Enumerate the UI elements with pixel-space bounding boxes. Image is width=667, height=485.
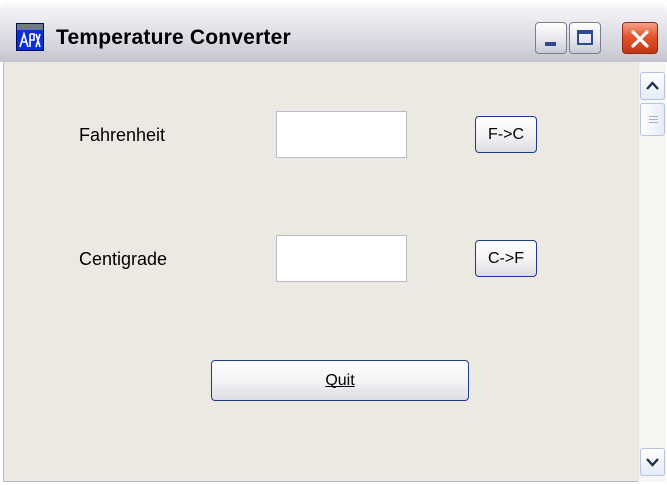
quit-label: Quit [325,371,355,389]
close-icon [631,30,649,48]
app-icon[interactable] [16,23,44,51]
minimize-button[interactable] [535,22,567,54]
c-to-f-button[interactable]: C->F [475,240,537,277]
centigrade-input[interactable] [276,235,407,282]
minimize-icon [545,42,556,46]
f-to-c-button[interactable]: F->C [475,116,537,153]
fahrenheit-label: Fahrenheit [79,125,166,145]
scroll-down-icon [646,458,659,467]
window-title: Temperature Converter [56,26,291,49]
vertical-scrollbar[interactable] [638,62,666,482]
c-to-f-label: C->F [488,249,524,267]
scroll-up-button[interactable] [640,72,665,100]
close-button[interactable] [622,22,658,54]
maximize-icon [577,30,593,45]
scroll-down-button[interactable] [640,448,665,476]
fahrenheit-input[interactable] [276,111,407,158]
f-to-c-label: F->C [488,125,524,143]
maximize-button[interactable] [569,22,601,54]
scroll-up-icon [646,81,659,90]
scroll-thumb[interactable] [640,103,665,136]
centigrade-label: Centigrade [79,249,168,269]
quit-button[interactable]: Quit [211,360,469,401]
title-bar[interactable]: Temperature Converter [0,0,667,62]
app-window: Temperature Converter Fahrenheit F->C Ce… [0,0,667,485]
